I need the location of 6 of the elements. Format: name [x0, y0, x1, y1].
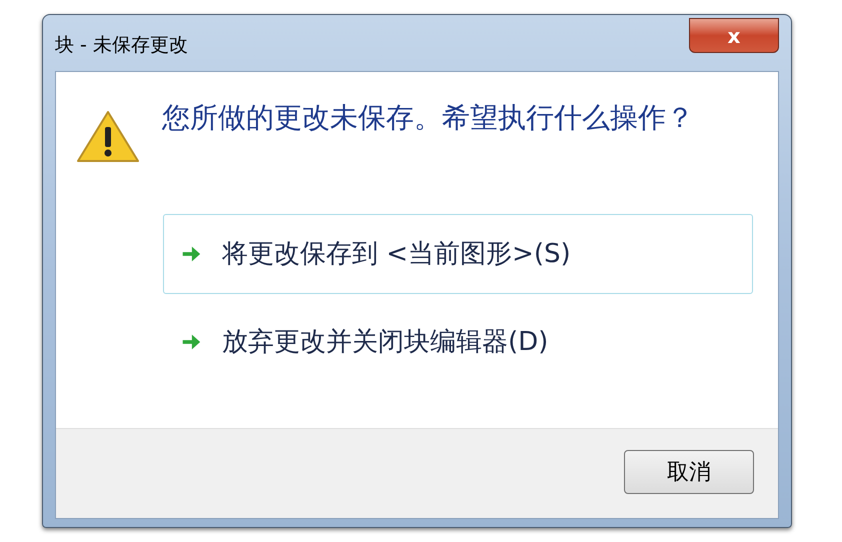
- message-text: 您所做的更改未保存。希望执行什么操作？: [162, 100, 695, 136]
- close-button[interactable]: x: [689, 18, 779, 53]
- cancel-button[interactable]: 取消: [624, 450, 754, 494]
- command-link[interactable]: 将更改保存到 <当前图形>(S): [163, 214, 753, 294]
- window-title: 块 - 未保存更改: [55, 33, 188, 58]
- warning-icon: [76, 110, 140, 164]
